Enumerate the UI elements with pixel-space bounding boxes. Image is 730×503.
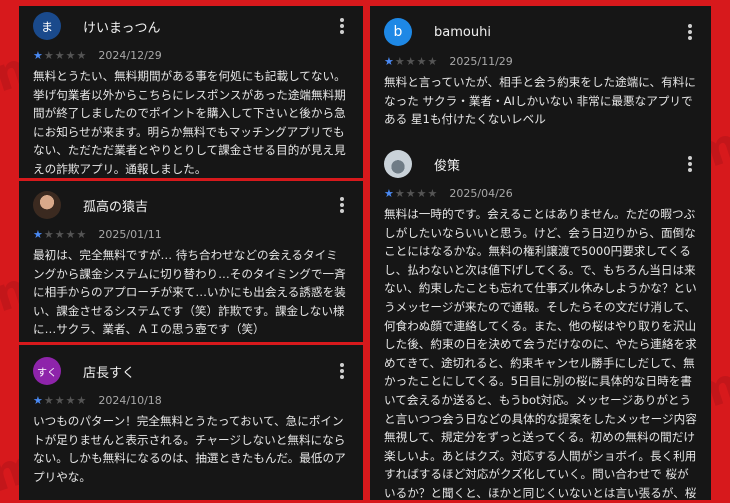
star-empty-icon: ★ [416, 54, 427, 68]
more-options-icon[interactable] [687, 156, 693, 172]
review-header: 孤高の猿吉 [33, 185, 349, 225]
review-card: b bamouhi ★ ★ ★ ★ ★ 2025/11/29 無料と言っていたが、相手と… [370, 12, 711, 144]
more-options-icon[interactable] [339, 18, 345, 34]
review-date: 2024/12/29 [98, 48, 162, 62]
star-empty-icon: ★ [427, 186, 438, 200]
star-rating: ★ ★ ★ ★ ★ [384, 188, 437, 199]
divider [19, 342, 363, 345]
avatar[interactable] [33, 191, 61, 219]
star-filled-icon: ★ [33, 227, 43, 241]
star-empty-icon: ★ [76, 393, 87, 407]
review-date: 2025/04/26 [449, 186, 513, 200]
review-text: 無料とうたい、無料期間がある事を何処にも記載してない。挙げ句業者以外からこちらに… [33, 69, 346, 176]
more-options-icon[interactable] [687, 24, 693, 40]
avatar[interactable]: ま [33, 12, 61, 40]
star-rating: ★ ★ ★ ★ ★ [33, 395, 86, 406]
review-date: 2025/11/29 [449, 54, 513, 68]
more-options-icon[interactable] [339, 363, 345, 379]
star-empty-icon: ★ [43, 393, 54, 407]
star-rating: ★ ★ ★ ★ ★ [33, 50, 86, 61]
star-empty-icon: ★ [65, 48, 76, 62]
review-text: 無料は一時的です。会えることはありません。ただの暇つぶしがしたいならいいと思う。… [384, 207, 697, 500]
review-date: 2024/10/18 [98, 393, 162, 407]
review-meta: ★ ★ ★ ★ ★ 2024/10/18 [33, 391, 349, 409]
avatar[interactable]: すく [33, 357, 61, 385]
review-text: 無料と言っていたが、相手と会う約束をした途端に、有料になった サクラ・業者・AI… [384, 75, 696, 127]
avatar[interactable] [384, 150, 412, 178]
star-empty-icon: ★ [416, 186, 427, 200]
star-empty-icon: ★ [43, 48, 54, 62]
star-empty-icon: ★ [65, 393, 76, 407]
review-column-left: ま けいまっつん ★ ★ ★ ★ ★ 2024/12/29 無料とうたい、無料期間がある… [19, 6, 363, 500]
review-text: 最初は、完全無料ですが… 待ち合わせなどの会えるタイミングから課金システムに切り… [33, 248, 346, 337]
review-header: b bamouhi [384, 12, 697, 52]
review-card: 俊策 ★ ★ ★ ★ ★ 2025/04/26 無料は一時的です。会えることはありません… [370, 144, 711, 500]
star-empty-icon: ★ [43, 227, 54, 241]
reviewer-name: 俊策 [434, 158, 461, 174]
review-column-right: b bamouhi ★ ★ ★ ★ ★ 2025/11/29 無料と言っていたが、相手と… [370, 6, 711, 500]
star-empty-icon: ★ [76, 48, 87, 62]
star-empty-icon: ★ [65, 227, 76, 241]
star-filled-icon: ★ [33, 393, 43, 407]
review-header: ま けいまっつん [33, 6, 349, 46]
review-date: 2025/01/11 [98, 227, 162, 241]
reviewer-name: 店長すく [83, 365, 136, 381]
review-card: ま けいまっつん ★ ★ ★ ★ ★ 2024/12/29 無料とうたい、無料期間がある… [19, 6, 363, 178]
review-header: 俊策 [384, 144, 697, 184]
star-empty-icon: ★ [76, 227, 87, 241]
more-options-icon[interactable] [339, 197, 345, 213]
reviewer-name: bamouhi [434, 24, 491, 40]
star-filled-icon: ★ [33, 48, 43, 62]
star-empty-icon: ★ [405, 186, 416, 200]
review-header: すく 店長すく [33, 351, 349, 391]
reviewer-name: けいまっつん [83, 20, 161, 36]
star-empty-icon: ★ [394, 54, 405, 68]
review-meta: ★ ★ ★ ★ ★ 2025/01/11 [33, 225, 349, 243]
review-card: すく 店長すく ★ ★ ★ ★ ★ 2024/10/18 いつものパターン！完全無料とう… [19, 351, 363, 486]
review-text: いつものパターン！完全無料とうたっておいて、急にポイントが足りませんと表示される… [33, 414, 346, 484]
star-empty-icon: ★ [405, 54, 416, 68]
star-rating: ★ ★ ★ ★ ★ [33, 229, 86, 240]
reviewer-name: 孤高の猿吉 [83, 199, 149, 215]
star-filled-icon: ★ [384, 54, 394, 68]
star-filled-icon: ★ [384, 186, 394, 200]
review-card: 孤高の猿吉 ★ ★ ★ ★ ★ 2025/01/11 最初は、完全無料ですが… 待ち合わ… [19, 185, 363, 342]
star-rating: ★ ★ ★ ★ ★ [384, 56, 437, 67]
review-meta: ★ ★ ★ ★ ★ 2024/12/29 [33, 46, 349, 64]
star-empty-icon: ★ [54, 227, 65, 241]
review-meta: ★ ★ ★ ★ ★ 2025/04/26 [384, 184, 697, 202]
star-empty-icon: ★ [427, 54, 438, 68]
avatar[interactable]: b [384, 18, 412, 46]
star-empty-icon: ★ [54, 48, 65, 62]
star-empty-icon: ★ [394, 186, 405, 200]
star-empty-icon: ★ [54, 393, 65, 407]
review-meta: ★ ★ ★ ★ ★ 2025/11/29 [384, 52, 697, 70]
